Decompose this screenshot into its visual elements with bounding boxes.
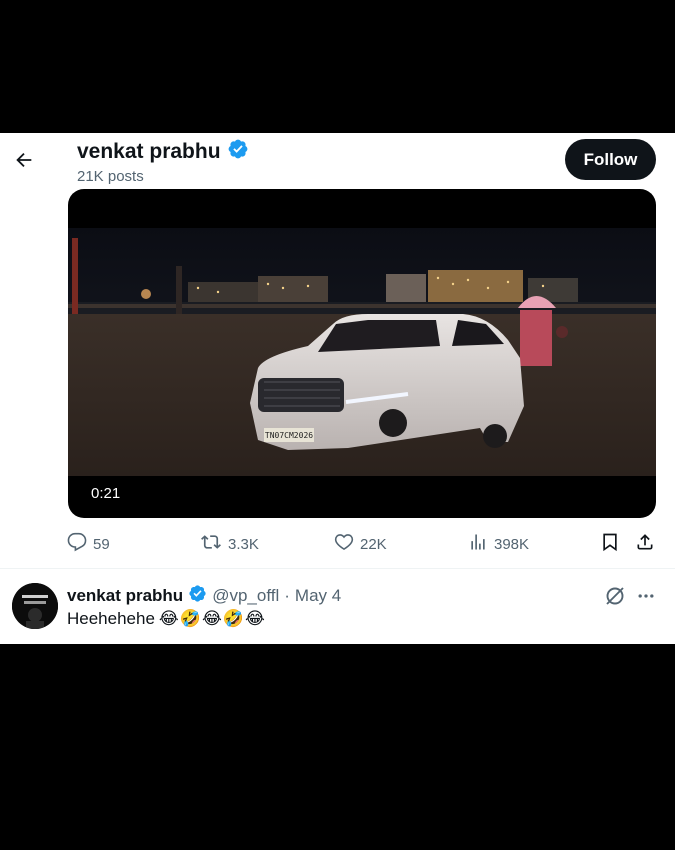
license-plate: TN07CM2026: [265, 431, 313, 440]
like-button[interactable]: 22K: [334, 528, 387, 560]
grok-icon[interactable]: [603, 584, 627, 608]
verified-badge-icon: [227, 138, 249, 166]
share-button[interactable]: [635, 528, 655, 560]
back-arrow-icon[interactable]: [10, 146, 38, 174]
like-count: 22K: [360, 535, 387, 553]
video-player[interactable]: TN07CM2026 0:21: [68, 189, 656, 518]
reply-tweet[interactable]: venkat prabhu @vp_offl · May 4 Heehehehe…: [0, 569, 675, 644]
laughing-emoji: 😂: [245, 609, 265, 629]
separator-dot: ·: [284, 586, 290, 605]
reply-count: 59: [93, 535, 110, 553]
video-duration: 0:21: [91, 485, 121, 502]
views-button[interactable]: 398K: [468, 528, 529, 560]
repost-button[interactable]: 3.3K: [200, 528, 259, 560]
reply-display-name[interactable]: venkat prabhu: [67, 586, 183, 606]
repost-icon: [200, 532, 222, 556]
rofl-emoji: 🤣: [179, 609, 201, 629]
reply-text: Heehehehe 😂 🤣 😂 🤣 😂: [67, 609, 265, 629]
profile-name: venkat prabhu: [77, 138, 249, 166]
views-count: 398K: [494, 535, 530, 553]
bookmark-button[interactable]: [600, 528, 620, 560]
video-frame: TN07CM2026: [68, 228, 656, 476]
reply-handle[interactable]: @vp_offl: [212, 586, 279, 606]
posts-count: 21K posts: [77, 168, 144, 185]
rofl-emoji: 🤣: [222, 609, 245, 629]
reply-date[interactable]: May 4: [295, 586, 341, 606]
profile-header: venkat prabhu 21K posts Follow: [0, 133, 675, 189]
bookmark-icon: [600, 532, 620, 556]
like-icon: [334, 532, 354, 556]
more-icon[interactable]: [634, 584, 658, 608]
views-icon: [468, 532, 488, 556]
follow-button[interactable]: Follow: [565, 139, 656, 180]
repost-count: 3.3K: [228, 535, 259, 553]
avatar[interactable]: [12, 583, 58, 629]
share-icon: [635, 532, 655, 556]
reply-button[interactable]: 59: [67, 528, 110, 560]
verified-badge-icon: [188, 584, 207, 608]
profile-display-name: venkat prabhu: [77, 140, 221, 163]
tweet-panel: venkat prabhu 21K posts Follow TN07CM202…: [0, 133, 675, 644]
laughing-emoji: 😂: [158, 609, 179, 629]
reply-text-body: Heehehehe: [67, 609, 155, 628]
reply-header: venkat prabhu @vp_offl · May 4: [67, 584, 341, 608]
laughing-emoji: 😂: [201, 609, 222, 629]
reply-icon: [67, 532, 87, 556]
emoji-row: 😂 🤣 😂 🤣 😂: [159, 609, 265, 629]
action-bar: 59 3.3K 22K 398K: [0, 528, 675, 560]
